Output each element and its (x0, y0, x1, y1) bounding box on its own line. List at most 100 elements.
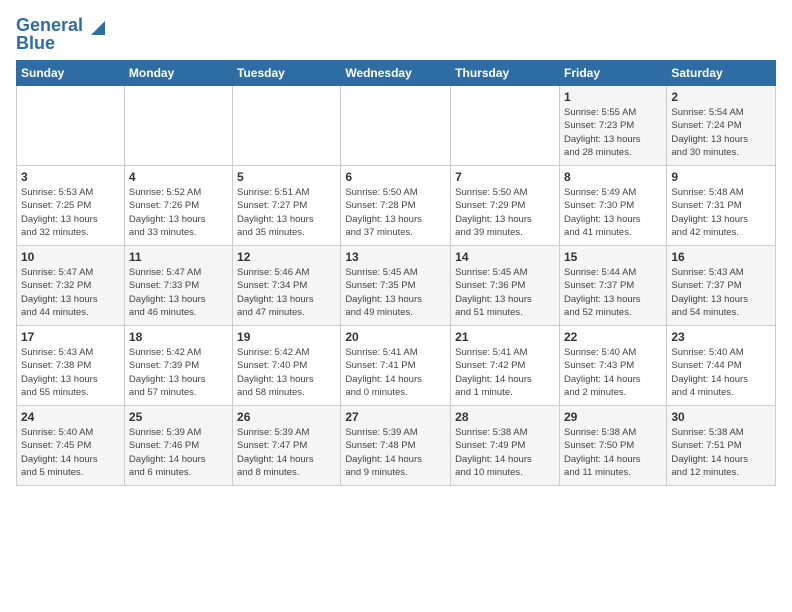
calendar-cell: 15 Sunrise: 5:44 AM Sunset: 7:37 PM Dayli… (559, 246, 666, 326)
calendar-cell (17, 86, 125, 166)
day-info: Sunrise: 5:40 AM Sunset: 7:44 PM Dayligh… (671, 346, 771, 399)
day-info: Sunrise: 5:39 AM Sunset: 7:48 PM Dayligh… (345, 426, 446, 479)
day-info: Sunrise: 5:49 AM Sunset: 7:30 PM Dayligh… (564, 186, 662, 239)
day-info: Sunrise: 5:50 AM Sunset: 7:28 PM Dayligh… (345, 186, 446, 239)
day-number: 25 (129, 410, 228, 424)
day-info: Sunrise: 5:40 AM Sunset: 7:43 PM Dayligh… (564, 346, 662, 399)
calendar-cell: 8 Sunrise: 5:49 AM Sunset: 7:30 PM Daylig… (559, 166, 666, 246)
calendar-cell: 16 Sunrise: 5:43 AM Sunset: 7:37 PM Dayli… (667, 246, 776, 326)
calendar-week-row: 17 Sunrise: 5:43 AM Sunset: 7:38 PM Dayli… (17, 326, 776, 406)
day-number: 8 (564, 170, 662, 184)
calendar-cell: 14Sunrise: 5:45 AM Sunset: 7:36 PM Dayli… (451, 246, 560, 326)
logo-icon (87, 17, 109, 39)
day-info: Sunrise: 5:48 AM Sunset: 7:31 PM Dayligh… (671, 186, 771, 239)
day-number: 4 (129, 170, 228, 184)
calendar-cell (124, 86, 232, 166)
calendar-cell: 26Sunrise: 5:39 AM Sunset: 7:47 PM Dayli… (233, 406, 341, 486)
day-number: 14 (455, 250, 555, 264)
calendar-cell: 21 Sunrise: 5:41 AM Sunset: 7:42 PM Dayli… (451, 326, 560, 406)
calendar-cell: 17 Sunrise: 5:43 AM Sunset: 7:38 PM Dayli… (17, 326, 125, 406)
day-info: Sunrise: 5:43 AM Sunset: 7:38 PM Dayligh… (21, 346, 120, 399)
calendar-cell: 9Sunrise: 5:48 AM Sunset: 7:31 PM Daylig… (667, 166, 776, 246)
day-number: 29 (564, 410, 662, 424)
calendar-week-row: 1 Sunrise: 5:55 AM Sunset: 7:23 PM Daylig… (17, 86, 776, 166)
day-info: Sunrise: 5:44 AM Sunset: 7:37 PM Dayligh… (564, 266, 662, 319)
weekday-header-monday: Monday (124, 61, 232, 86)
calendar-cell: 25 Sunrise: 5:39 AM Sunset: 7:46 PM Dayli… (124, 406, 232, 486)
day-number: 7 (455, 170, 555, 184)
logo: GeneralBlue (16, 16, 109, 52)
calendar-week-row: 3Sunrise: 5:53 AM Sunset: 7:25 PM Daylig… (17, 166, 776, 246)
day-number: 19 (237, 330, 336, 344)
day-number: 1 (564, 90, 662, 104)
day-number: 27 (345, 410, 446, 424)
calendar-cell (451, 86, 560, 166)
day-info: Sunrise: 5:47 AM Sunset: 7:33 PM Dayligh… (129, 266, 228, 319)
day-number: 17 (21, 330, 120, 344)
day-number: 22 (564, 330, 662, 344)
day-info: Sunrise: 5:50 AM Sunset: 7:29 PM Dayligh… (455, 186, 555, 239)
page-header: GeneralBlue (16, 16, 776, 52)
weekday-header-tuesday: Tuesday (233, 61, 341, 86)
day-number: 24 (21, 410, 120, 424)
calendar-week-row: 10 Sunrise: 5:47 AM Sunset: 7:32 PM Dayli… (17, 246, 776, 326)
calendar-cell: 18 Sunrise: 5:42 AM Sunset: 7:39 PM Dayli… (124, 326, 232, 406)
day-number: 15 (564, 250, 662, 264)
calendar-cell: 11 Sunrise: 5:47 AM Sunset: 7:33 PM Dayli… (124, 246, 232, 326)
day-number: 13 (345, 250, 446, 264)
calendar-cell: 12Sunrise: 5:46 AM Sunset: 7:34 PM Dayli… (233, 246, 341, 326)
calendar-cell: 2Sunrise: 5:54 AM Sunset: 7:24 PM Daylig… (667, 86, 776, 166)
day-number: 12 (237, 250, 336, 264)
day-info: Sunrise: 5:38 AM Sunset: 7:50 PM Dayligh… (564, 426, 662, 479)
calendar-cell (233, 86, 341, 166)
day-number: 23 (671, 330, 771, 344)
calendar-cell: 7 Sunrise: 5:50 AM Sunset: 7:29 PM Daylig… (451, 166, 560, 246)
calendar-cell: 19 Sunrise: 5:42 AM Sunset: 7:40 PM Dayli… (233, 326, 341, 406)
day-info: Sunrise: 5:42 AM Sunset: 7:39 PM Dayligh… (129, 346, 228, 399)
day-info: Sunrise: 5:55 AM Sunset: 7:23 PM Dayligh… (564, 106, 662, 159)
day-info: Sunrise: 5:54 AM Sunset: 7:24 PM Dayligh… (671, 106, 771, 159)
day-number: 18 (129, 330, 228, 344)
weekday-header-wednesday: Wednesday (341, 61, 451, 86)
calendar-cell: 28 Sunrise: 5:38 AM Sunset: 7:49 PM Dayli… (451, 406, 560, 486)
calendar-cell: 4 Sunrise: 5:52 AM Sunset: 7:26 PM Daylig… (124, 166, 232, 246)
day-number: 16 (671, 250, 771, 264)
calendar-cell: 22 Sunrise: 5:40 AM Sunset: 7:43 PM Dayli… (559, 326, 666, 406)
day-number: 5 (237, 170, 336, 184)
day-number: 10 (21, 250, 120, 264)
day-info: Sunrise: 5:53 AM Sunset: 7:25 PM Dayligh… (21, 186, 120, 239)
day-info: Sunrise: 5:38 AM Sunset: 7:49 PM Dayligh… (455, 426, 555, 479)
day-info: Sunrise: 5:42 AM Sunset: 7:40 PM Dayligh… (237, 346, 336, 399)
calendar-header-row: SundayMondayTuesdayWednesdayThursdayFrid… (17, 61, 776, 86)
logo-text: GeneralBlue (16, 16, 83, 52)
day-info: Sunrise: 5:52 AM Sunset: 7:26 PM Dayligh… (129, 186, 228, 239)
calendar-cell: 20 Sunrise: 5:41 AM Sunset: 7:41 PM Dayli… (341, 326, 451, 406)
day-info: Sunrise: 5:45 AM Sunset: 7:35 PM Dayligh… (345, 266, 446, 319)
day-number: 21 (455, 330, 555, 344)
calendar-cell: 13 Sunrise: 5:45 AM Sunset: 7:35 PM Dayli… (341, 246, 451, 326)
calendar-cell: 6 Sunrise: 5:50 AM Sunset: 7:28 PM Daylig… (341, 166, 451, 246)
day-info: Sunrise: 5:47 AM Sunset: 7:32 PM Dayligh… (21, 266, 120, 319)
day-info: Sunrise: 5:43 AM Sunset: 7:37 PM Dayligh… (671, 266, 771, 319)
calendar-cell: 30 Sunrise: 5:38 AM Sunset: 7:51 PM Dayli… (667, 406, 776, 486)
day-number: 20 (345, 330, 446, 344)
day-number: 28 (455, 410, 555, 424)
day-number: 30 (671, 410, 771, 424)
day-number: 11 (129, 250, 228, 264)
day-number: 6 (345, 170, 446, 184)
calendar-cell: 27 Sunrise: 5:39 AM Sunset: 7:48 PM Dayli… (341, 406, 451, 486)
day-info: Sunrise: 5:41 AM Sunset: 7:42 PM Dayligh… (455, 346, 555, 399)
calendar-table: SundayMondayTuesdayWednesdayThursdayFrid… (16, 60, 776, 486)
weekday-header-saturday: Saturday (667, 61, 776, 86)
calendar-cell: 5 Sunrise: 5:51 AM Sunset: 7:27 PM Daylig… (233, 166, 341, 246)
calendar-cell: 23 Sunrise: 5:40 AM Sunset: 7:44 PM Dayli… (667, 326, 776, 406)
day-info: Sunrise: 5:51 AM Sunset: 7:27 PM Dayligh… (237, 186, 336, 239)
day-info: Sunrise: 5:39 AM Sunset: 7:47 PM Dayligh… (237, 426, 336, 479)
day-info: Sunrise: 5:38 AM Sunset: 7:51 PM Dayligh… (671, 426, 771, 479)
calendar-cell: 24 Sunrise: 5:40 AM Sunset: 7:45 PM Dayli… (17, 406, 125, 486)
weekday-header-friday: Friday (559, 61, 666, 86)
day-info: Sunrise: 5:40 AM Sunset: 7:45 PM Dayligh… (21, 426, 120, 479)
day-info: Sunrise: 5:41 AM Sunset: 7:41 PM Dayligh… (345, 346, 446, 399)
calendar-cell: 3Sunrise: 5:53 AM Sunset: 7:25 PM Daylig… (17, 166, 125, 246)
day-info: Sunrise: 5:39 AM Sunset: 7:46 PM Dayligh… (129, 426, 228, 479)
